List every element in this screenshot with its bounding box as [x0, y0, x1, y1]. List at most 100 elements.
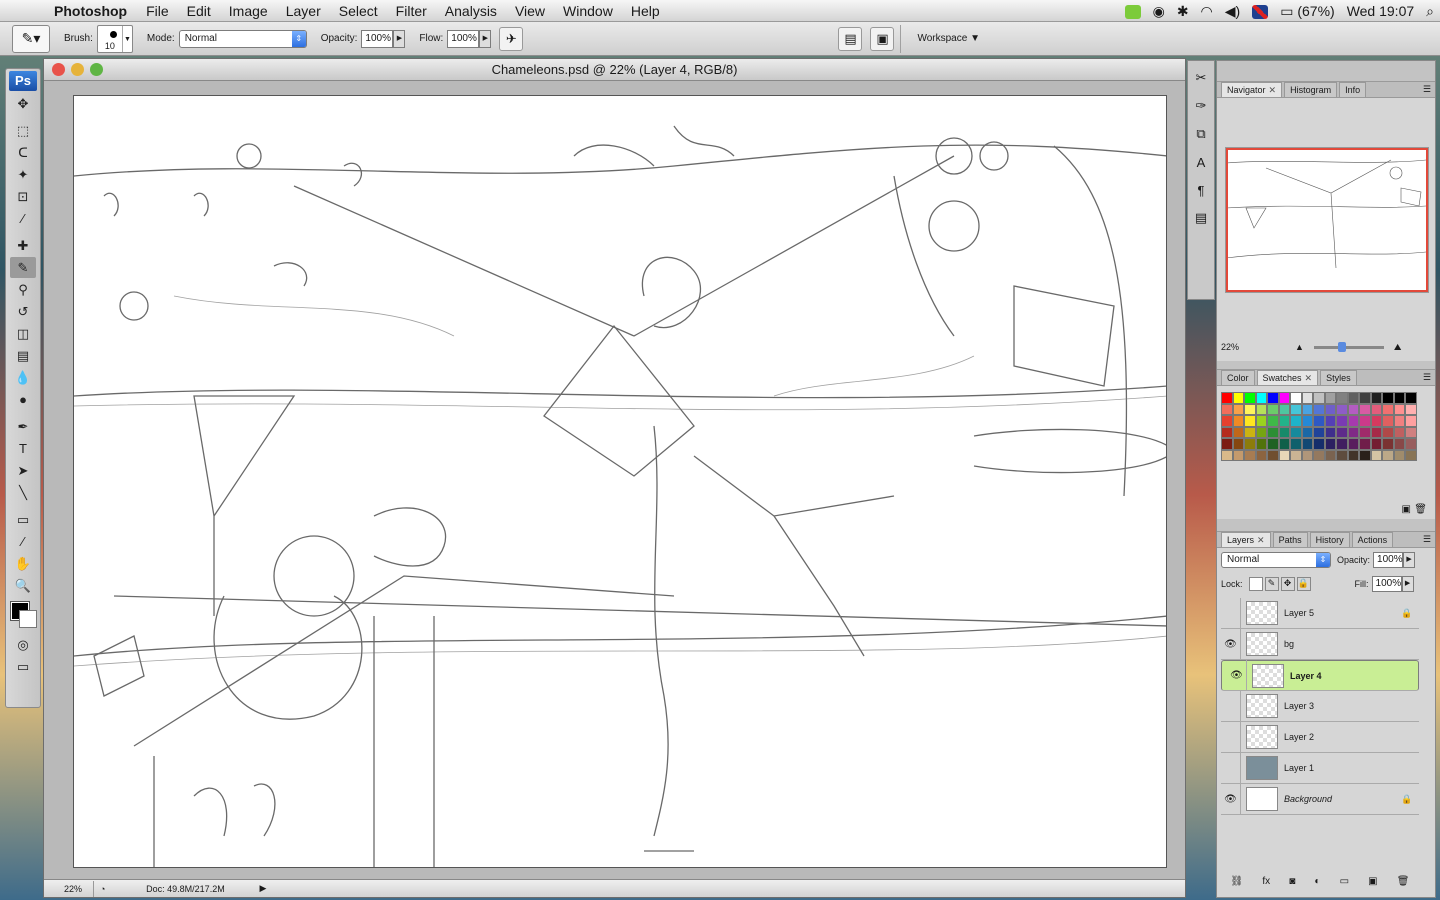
swatch[interactable] [1244, 438, 1256, 450]
swatch[interactable] [1290, 449, 1302, 461]
photoshop-logo[interactable]: Ps [9, 71, 37, 91]
lock-transparent-icon[interactable] [1248, 577, 1263, 591]
layer-row[interactable]: Layer 3 [1221, 690, 1419, 722]
swatch[interactable] [1382, 426, 1394, 438]
swatch[interactable] [1244, 392, 1256, 404]
swatch[interactable] [1393, 438, 1405, 450]
swatch[interactable] [1347, 426, 1359, 438]
close-icon[interactable]: ✕ [1305, 373, 1313, 383]
layer-opacity-input[interactable]: 100% [1373, 552, 1404, 568]
eraser-tool-icon[interactable]: ◫ [10, 323, 36, 344]
hand-tool-icon[interactable]: ✋ [10, 553, 36, 574]
swatch[interactable] [1232, 392, 1244, 404]
minimize-window-button[interactable] [71, 63, 84, 76]
swatch[interactable] [1221, 449, 1233, 461]
swatch[interactable] [1359, 426, 1371, 438]
swatch[interactable] [1278, 415, 1290, 427]
swatch[interactable] [1359, 392, 1371, 404]
swatch[interactable] [1232, 403, 1244, 415]
swatch[interactable] [1313, 403, 1325, 415]
move-tool-icon[interactable]: ✥ [10, 93, 36, 114]
swatch[interactable] [1359, 403, 1371, 415]
swatch[interactable] [1359, 438, 1371, 450]
workspace-menu[interactable]: Workspace ▼ [917, 33, 980, 44]
paragraph-icon[interactable]: ¶ [1190, 179, 1212, 201]
swatch[interactable] [1370, 392, 1382, 404]
clone-source-icon[interactable]: ⧉ [1190, 123, 1212, 145]
layer-row[interactable]: 👁 Background 🔒 [1221, 783, 1419, 815]
menu-item-filter[interactable]: Filter [387, 0, 436, 22]
tab-info[interactable]: Info [1339, 82, 1367, 97]
panel-menu-icon[interactable]: ☰ [1423, 372, 1431, 383]
quick-mask-icon[interactable]: ◎ [10, 634, 36, 655]
swatch[interactable] [1278, 403, 1290, 415]
swatch[interactable] [1267, 426, 1279, 438]
bridge-button[interactable]: ▣ [870, 26, 895, 51]
swatch[interactable] [1290, 392, 1302, 404]
swatch[interactable] [1382, 392, 1394, 404]
navigator-zoom-value[interactable]: 22% [1221, 342, 1271, 352]
swatch[interactable] [1301, 392, 1313, 404]
brush-tool-icon[interactable]: ✎ [10, 257, 36, 278]
navigator-view-box[interactable] [1226, 148, 1428, 292]
swatch[interactable] [1347, 392, 1359, 404]
document-titlebar[interactable]: Chameleons.psd @ 22% (Layer 4, RGB/8) [44, 59, 1185, 81]
swatch[interactable] [1393, 449, 1405, 461]
swatch[interactable] [1255, 392, 1267, 404]
timemachine-icon[interactable]: ◉ [1147, 0, 1171, 22]
color-sampler-tool-icon[interactable]: ⁄ [10, 531, 36, 552]
canvas[interactable] [73, 95, 1167, 868]
close-icon[interactable]: ✕ [1257, 535, 1265, 545]
zoom-in-icon[interactable]: ⛰ [1394, 342, 1402, 353]
line-tool-icon[interactable]: ╲ [10, 482, 36, 503]
swatch[interactable] [1221, 438, 1233, 450]
swatch[interactable] [1382, 438, 1394, 450]
menu-item-layer[interactable]: Layer [277, 0, 330, 22]
tab-paths[interactable]: Paths [1272, 532, 1308, 547]
eyedropper-tool-icon[interactable]: ⁄ [10, 208, 36, 229]
close-window-button[interactable] [52, 63, 65, 76]
brushes-icon[interactable]: ✑ [1190, 95, 1212, 117]
path-selection-tool-icon[interactable]: ➤ [10, 460, 36, 481]
tab-histogram[interactable]: Histogram [1284, 82, 1338, 97]
swatch[interactable] [1290, 426, 1302, 438]
swatch[interactable] [1370, 403, 1382, 415]
swatch[interactable] [1267, 438, 1279, 450]
airbrush-toggle[interactable]: ✈ [499, 26, 524, 51]
menu-item-window[interactable]: Window [554, 0, 622, 22]
menu-item-select[interactable]: Select [330, 0, 387, 22]
tab-swatches[interactable]: Swatches ✕ [1256, 370, 1319, 385]
swatch[interactable] [1393, 403, 1405, 415]
swatch[interactable] [1313, 438, 1325, 450]
status-flyout-icon[interactable]: ▶ [259, 883, 266, 894]
lock-position-icon[interactable]: ✥ [1280, 577, 1295, 591]
swatch[interactable] [1405, 426, 1417, 438]
layer-style-icon[interactable]: fx [1262, 876, 1270, 894]
clone-stamp-tool-icon[interactable]: ⚲ [10, 279, 36, 300]
swatch[interactable] [1278, 449, 1290, 461]
swatch[interactable] [1347, 415, 1359, 427]
visibility-eye-icon[interactable]: 👁 [1221, 628, 1241, 660]
tab-styles[interactable]: Styles [1320, 370, 1357, 385]
swatch[interactable] [1370, 415, 1382, 427]
new-group-icon[interactable]: ▭ [1340, 876, 1349, 894]
swatch[interactable] [1267, 392, 1279, 404]
swatch[interactable] [1336, 449, 1348, 461]
swatch[interactable] [1244, 426, 1256, 438]
swatch[interactable] [1290, 415, 1302, 427]
swatch[interactable] [1359, 415, 1371, 427]
swatch[interactable] [1301, 438, 1313, 450]
swatch[interactable] [1324, 403, 1336, 415]
swatch[interactable] [1324, 415, 1336, 427]
swatch[interactable] [1336, 403, 1348, 415]
fill-input[interactable]: 100% [1371, 576, 1402, 592]
visibility-eye-icon[interactable] [1221, 597, 1241, 629]
swatch[interactable] [1324, 392, 1336, 404]
type-tool-icon[interactable]: T [10, 438, 36, 459]
menu-item-edit[interactable]: Edit [178, 0, 220, 22]
layer-mask-icon[interactable]: ◙ [1289, 876, 1295, 894]
status-menu-icon[interactable]: ◔ [100, 884, 105, 894]
swatch[interactable] [1370, 449, 1382, 461]
swatch[interactable] [1393, 415, 1405, 427]
swatch[interactable] [1232, 449, 1244, 461]
